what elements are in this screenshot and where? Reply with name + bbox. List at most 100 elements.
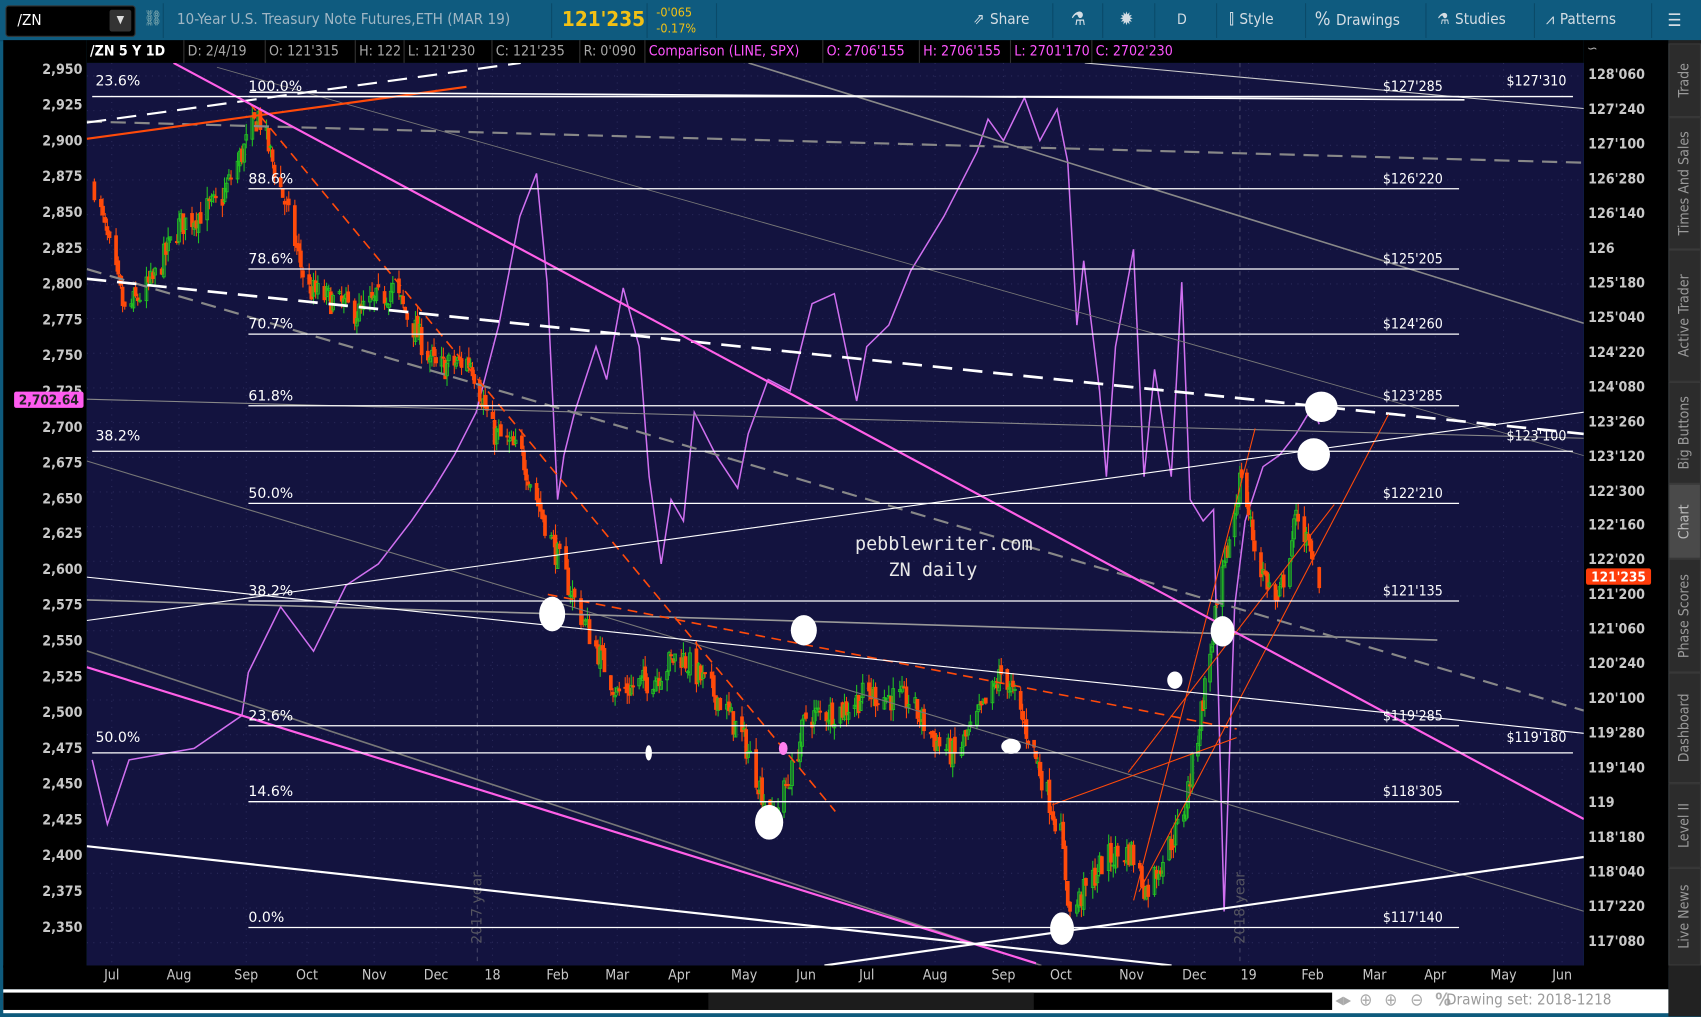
highlight-ellipse xyxy=(1297,438,1330,471)
candle xyxy=(280,188,285,198)
candle xyxy=(718,697,723,711)
candle xyxy=(665,669,669,692)
bar-close: C: 121'235 xyxy=(491,40,568,63)
candle xyxy=(1053,816,1058,834)
bar-date: D: 2/4/19 xyxy=(183,40,250,63)
grid xyxy=(86,62,1584,966)
candle xyxy=(617,681,622,696)
watermark: pebblewriter.com ZN daily xyxy=(855,534,1033,581)
drawing-set-selector[interactable]: Drawing set: 2018-1218 xyxy=(1446,992,1611,1009)
fib-percent-label: 100.0% xyxy=(248,79,302,95)
comparison-high: H: 2706'155 xyxy=(918,40,1004,63)
candle xyxy=(744,723,749,765)
candle xyxy=(598,636,603,677)
zoom-in-icon[interactable]: ⊕ xyxy=(1384,989,1397,1010)
fib-price-label: $117'140 xyxy=(1383,910,1443,926)
comparison-close: C: 2702'230 xyxy=(1091,40,1176,63)
candle xyxy=(258,107,263,135)
time-axis[interactable]: Jul Aug Sep Oct Nov Dec 18 Feb Mar Apr May Jun Jul Au… xyxy=(3,965,1669,990)
candle xyxy=(1156,865,1161,886)
candle xyxy=(830,698,835,728)
scrollbar-thumb[interactable] xyxy=(708,992,1034,1010)
zoom-out-icon[interactable]: ⊖ xyxy=(1410,989,1423,1010)
candle xyxy=(1146,878,1151,908)
candle xyxy=(507,431,512,453)
time-axis-tick: Jun xyxy=(1552,967,1573,984)
candle xyxy=(183,217,188,241)
candle xyxy=(1047,768,1052,825)
candle xyxy=(1190,751,1195,793)
bar-range: R: 0'090 xyxy=(579,40,639,63)
candle xyxy=(198,201,203,224)
candle xyxy=(1220,559,1225,618)
sidebar-tab-label: Phase Scores xyxy=(1676,573,1693,658)
sidebar-tab-phase-scores[interactable]: Phase Scores xyxy=(1668,558,1701,673)
candle xyxy=(1281,570,1286,598)
candle xyxy=(446,352,451,368)
candle xyxy=(505,428,510,446)
sidebar-tab-label: Trade xyxy=(1676,63,1693,98)
candle xyxy=(266,127,271,154)
comparison-open: O: 2706'155 xyxy=(822,40,908,63)
fibonacci-retracements[interactable]: 100.0% $127'285 88.6% $126'220 78.6% $125'205… xyxy=(92,74,1573,929)
time-axis-tick: Aug xyxy=(166,967,192,984)
time-axis-tick: 18 xyxy=(484,967,501,984)
time-axis-tick: Feb xyxy=(546,967,569,984)
sidebar-tab-big-buttons[interactable]: Big Buttons xyxy=(1668,381,1701,484)
candle xyxy=(782,777,786,819)
candle xyxy=(282,198,287,216)
fib-percent-label: 50.0% xyxy=(248,486,293,502)
sidebar-tab-level-ii[interactable]: Level II xyxy=(1668,783,1701,868)
candle xyxy=(316,275,320,300)
bar-open: O: 121'315 xyxy=(264,40,343,63)
sidebar-tab-label: Dashboard xyxy=(1676,693,1693,763)
comparison-label[interactable]: Comparison (LINE, SPX) xyxy=(644,40,802,63)
pan-icon[interactable]: ◂▸ xyxy=(1335,989,1351,1010)
time-axis-tick: Jul xyxy=(104,967,120,984)
bar-high: H: 122 xyxy=(354,40,405,63)
candle xyxy=(346,284,351,304)
sidebar-tab-times-and-sales[interactable]: Times And Sales xyxy=(1668,117,1701,250)
candle xyxy=(107,230,112,244)
fib-percent-label: 88.6% xyxy=(248,171,293,187)
fib-price-label: $127'310 xyxy=(1506,74,1566,90)
candle xyxy=(1259,547,1263,587)
current-price-tag: 121'235 xyxy=(1585,568,1652,585)
trendline xyxy=(1138,414,1390,892)
symbol-period[interactable]: /ZN 5 Y 1D xyxy=(87,40,169,63)
time-axis-tick: Oct xyxy=(296,967,318,984)
sidebar-tab-chart[interactable]: Chart xyxy=(1668,483,1701,559)
candle xyxy=(361,290,366,316)
crosshair-icon[interactable]: ⊕ xyxy=(1359,989,1372,1010)
candle xyxy=(733,720,738,738)
highlight-ellipse xyxy=(645,745,652,761)
sidebar-tab-live-news[interactable]: Live News xyxy=(1668,867,1701,966)
highlight-ellipse xyxy=(1305,391,1338,422)
candle xyxy=(629,674,634,697)
sidebar-tab-trade[interactable]: Trade xyxy=(1668,43,1701,118)
right-sidebar: Trade Times And Sales Active Trader Big But… xyxy=(1668,40,1701,1017)
candle xyxy=(572,587,577,608)
trendline-drawings[interactable] xyxy=(86,62,1584,966)
sidebar-tab-dashboard[interactable]: Dashboard xyxy=(1668,672,1701,784)
candle xyxy=(382,285,387,310)
fib-price-label: $123'285 xyxy=(1383,388,1443,404)
sidebar-tab-active-trader[interactable]: Active Trader xyxy=(1668,249,1701,382)
candle xyxy=(1100,855,1104,875)
chart-scrollbar[interactable] xyxy=(3,992,1333,1010)
candle xyxy=(922,704,926,739)
candle xyxy=(816,700,821,717)
candle xyxy=(873,682,878,718)
candle xyxy=(229,170,233,186)
candle xyxy=(812,699,816,735)
time-axis-tick: Sep xyxy=(991,967,1016,984)
trendline xyxy=(86,460,1584,912)
time-axis-tick: Apr xyxy=(668,967,691,984)
candle xyxy=(1296,502,1300,530)
candle xyxy=(1317,566,1322,594)
candle xyxy=(818,700,823,721)
sidebar-tab-label: Level II xyxy=(1676,803,1693,849)
time-axis-tick: Dec xyxy=(1182,967,1207,984)
time-axis-tick: 19 xyxy=(1240,967,1257,984)
time-axis-tick: Feb xyxy=(1301,967,1324,984)
